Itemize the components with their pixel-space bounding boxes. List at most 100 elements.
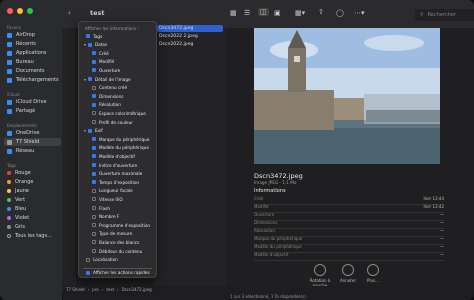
sidebar-item-shared[interactable]: Partagé xyxy=(7,107,35,115)
sidebar-item-documents[interactable]: Documents xyxy=(7,67,45,75)
menu-option-16[interactable]: Ouverture maximale xyxy=(92,171,142,177)
menu-option-2[interactable]: Créé xyxy=(92,50,109,56)
clock-icon xyxy=(7,41,12,47)
menu-option-21[interactable]: Nombre F xyxy=(92,214,119,220)
zoom-window-button[interactable] xyxy=(27,8,33,14)
more-button[interactable]: Plus... xyxy=(358,264,388,283)
sidebar-item-airdrop[interactable]: AirDrop xyxy=(7,31,35,39)
checkbox-icon xyxy=(92,171,96,176)
download-icon xyxy=(7,77,12,83)
search-field[interactable]: ⚲ Rechercher xyxy=(415,9,474,21)
checkbox-icon xyxy=(92,51,96,56)
menu-group-11[interactable]: ▾ Exif xyxy=(84,128,103,134)
menu-item-label: Afficher les actions rapides xyxy=(93,270,150,276)
menu-option-19[interactable]: Vitesse ISO xyxy=(92,196,123,202)
search-placeholder: Rechercher xyxy=(427,12,456,18)
menu-item-label: Dimensions xyxy=(99,93,124,99)
back-chevron-icon[interactable]: ‹ xyxy=(68,9,71,17)
menu-option-17[interactable]: Temps d'exposition xyxy=(92,179,139,185)
menu-option-13[interactable]: Modèle du périphérique xyxy=(92,145,149,151)
menu-item-label: Flash xyxy=(99,205,110,211)
menu-option-10[interactable]: Profil de couleur xyxy=(92,119,133,125)
sidebar-item-desktop[interactable]: Bureau xyxy=(7,58,34,66)
menu-header: Afficher les informations : xyxy=(85,25,139,31)
more-actions-icon[interactable]: ⋯▾ xyxy=(354,9,365,17)
menu-option-7[interactable]: Dimensions xyxy=(92,93,123,99)
sidebar-tag-yellow[interactable]: Jaune xyxy=(7,187,29,195)
path-item[interactable]: Dscn3472.jpeg xyxy=(122,287,152,292)
menu-option-3[interactable]: Modifié xyxy=(92,59,114,65)
menu-option-15[interactable]: Indice d'ouverture xyxy=(92,162,137,168)
tag-dot-icon xyxy=(7,198,11,202)
menu-option-20[interactable]: Flash xyxy=(92,205,110,211)
menu-option-23[interactable]: Type de mesure xyxy=(92,231,132,237)
sidebar-tag-gray[interactable]: Gris xyxy=(7,223,25,231)
sidebar-item-network[interactable]: Réseau xyxy=(7,147,34,155)
tag-icon[interactable]: ◯ xyxy=(336,9,344,17)
path-item[interactable]: T7 Shield xyxy=(66,287,85,292)
column-view-icon[interactable]: ◫ xyxy=(258,8,269,16)
menu-option-27[interactable]: Afficher les actions rapides xyxy=(86,270,150,276)
minimize-window-button[interactable] xyxy=(17,8,23,14)
menu-separator xyxy=(83,267,152,269)
sidebar-section-icloud: iCloud xyxy=(7,92,20,97)
menu-item-label: Marque du périphérique xyxy=(99,136,150,142)
traffic-lights xyxy=(7,8,33,14)
sidebar-tag-purple[interactable]: Violet xyxy=(7,214,29,222)
menu-option-18[interactable]: Longueur focale xyxy=(92,188,133,194)
shared-folder-icon xyxy=(7,108,12,114)
menu-option-25[interactable]: Débiteur du contenu xyxy=(92,248,142,254)
menu-option-9[interactable]: Espace colorimétrique xyxy=(92,110,146,116)
search-icon: ⚲ xyxy=(420,12,424,18)
menu-option-12[interactable]: Marque du périphérique xyxy=(92,136,149,142)
checkbox-icon xyxy=(88,128,93,133)
menu-option-4[interactable]: Ouverture xyxy=(92,67,120,73)
file-row[interactable]: Dscn2022.jpeg xyxy=(157,41,223,48)
sidebar-tag-all[interactable]: Tous les tags... xyxy=(7,232,52,240)
sidebar-item-icloud-drive[interactable]: iCloud Drive xyxy=(7,98,47,106)
column-folders xyxy=(62,28,76,286)
sidebar-tag-blue[interactable]: Bleu xyxy=(7,205,26,213)
list-view-icon[interactable]: ☰ xyxy=(244,9,250,17)
share-icon[interactable]: ⇧ xyxy=(318,8,324,16)
menu-item-label: Créé xyxy=(99,50,109,56)
menu-option-6[interactable]: Contenu créé xyxy=(92,85,127,91)
rotate-left-button[interactable]: Rotation à gauche xyxy=(305,264,335,288)
menu-option-26[interactable]: Localisation xyxy=(86,257,118,263)
close-window-button[interactable] xyxy=(7,8,13,14)
menu-group-5[interactable]: ▾ Détail de l'image xyxy=(84,76,131,82)
sidebar-tag-orange[interactable]: Orange xyxy=(7,178,33,186)
path-item[interactable]: pro xyxy=(92,287,99,292)
menu-option-0[interactable]: Tags xyxy=(86,33,102,39)
status-bar: 1 sur 3 sélectionné, 1 To disponible(s) xyxy=(230,294,306,299)
checkbox-icon xyxy=(92,223,96,228)
group-icon[interactable]: ▦▾ xyxy=(295,9,305,17)
sidebar-tag-green[interactable]: Vert xyxy=(7,196,25,204)
checkbox-icon xyxy=(92,188,96,193)
sidebar-item-downloads[interactable]: Téléchargements xyxy=(7,76,59,84)
file-row[interactable]: Dscn2022 2.jpeg xyxy=(157,33,223,40)
menu-item-label: Localisation xyxy=(93,257,118,263)
info-row: Modèle d'objectif — xyxy=(254,252,444,261)
gallery-view-icon[interactable]: ▣ xyxy=(274,9,281,17)
finder-window: Favoris AirDrop Récents Applications Bur… xyxy=(0,0,474,300)
sidebar-item-recents[interactable]: Récents xyxy=(7,40,36,48)
sidebar-item-t7-shield[interactable]: T7 Shield xyxy=(4,138,61,146)
menu-option-8[interactable]: Résolution xyxy=(92,102,121,108)
file-row-selected[interactable]: Dscn3472.jpeg xyxy=(157,25,223,32)
checkbox-icon xyxy=(92,206,96,210)
menu-option-24[interactable]: Balance des blancs xyxy=(92,239,139,245)
menu-group-1[interactable]: ▾ Dates xyxy=(84,42,107,48)
checkbox-icon xyxy=(92,68,96,73)
checkbox-icon xyxy=(86,34,90,38)
menu-item-label: Temps d'exposition xyxy=(99,179,140,185)
menu-option-14[interactable]: Modèle d'objectif xyxy=(92,153,135,159)
icon-view-icon[interactable]: ▦ xyxy=(230,9,237,17)
path-item[interactable]: test xyxy=(106,287,114,292)
checkbox-icon xyxy=(92,214,96,219)
sidebar-item-onedrive[interactable]: OneDrive xyxy=(7,129,40,137)
sidebar-item-applications[interactable]: Applications xyxy=(7,49,47,57)
sidebar-tag-red[interactable]: Rouge xyxy=(7,169,31,177)
menu-option-22[interactable]: Programme d'exposition xyxy=(92,222,150,228)
menu-item-label: Détail de l'image xyxy=(95,76,131,82)
